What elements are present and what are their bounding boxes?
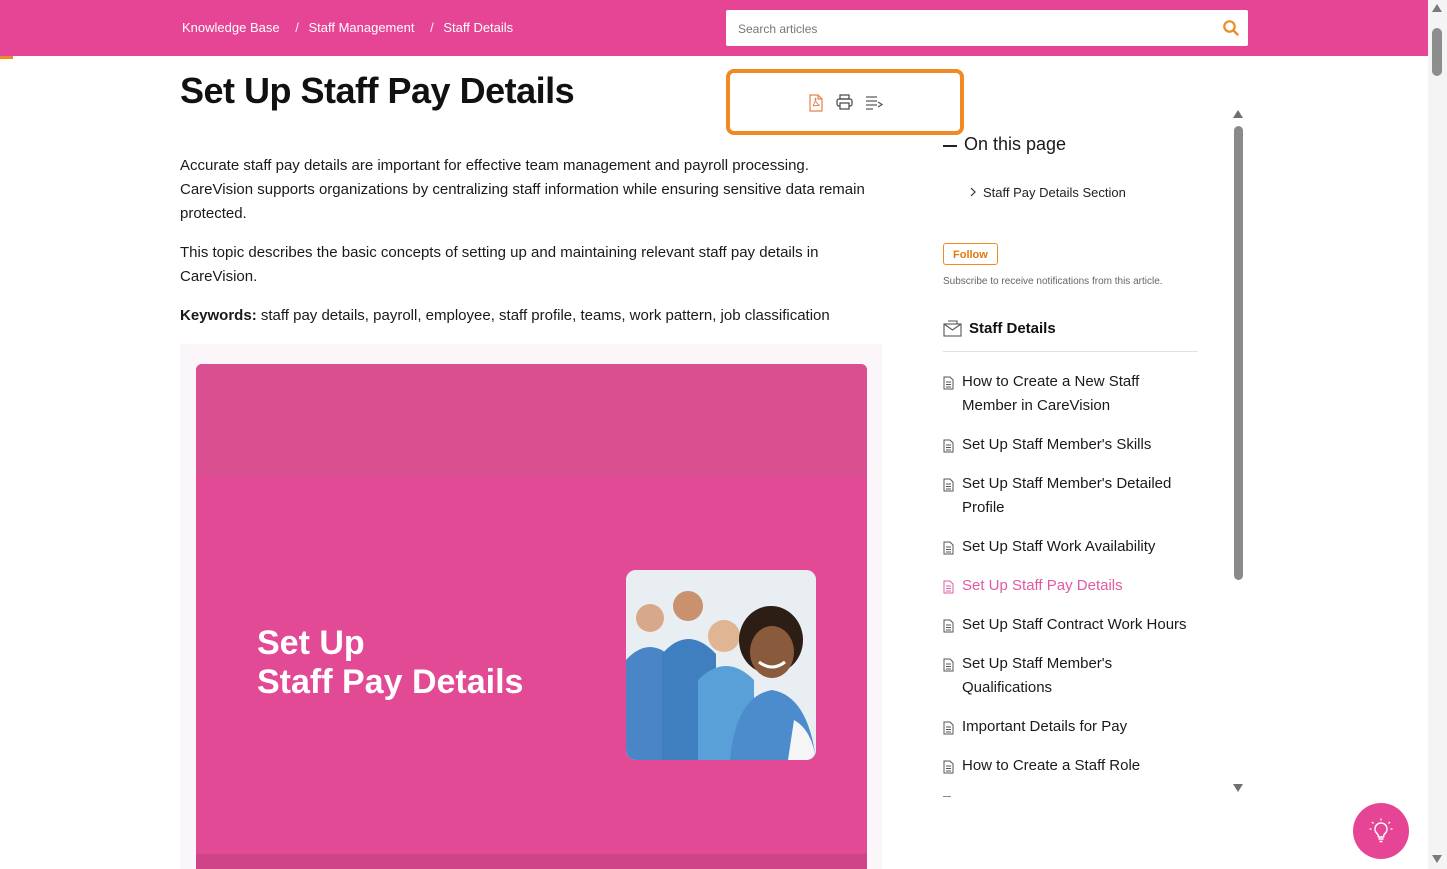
toc-item[interactable]: Staff Pay Details Section [970, 185, 1126, 200]
keywords-paragraph: Keywords: staff pay details, payroll, em… [180, 304, 880, 328]
staff-details-title: Staff Details [969, 320, 1056, 337]
article-link[interactable]: Important Details for Pay [943, 715, 1198, 739]
page-title: Set Up Staff Pay Details [180, 70, 575, 111]
hero-top-band [196, 364, 867, 477]
hero-title-line: Set Up [257, 624, 365, 662]
sidebar-scrollbar[interactable] [1233, 110, 1244, 794]
article-link-label: How to Create a Staff Role [962, 757, 1141, 774]
hero-bottom-band [196, 854, 867, 869]
document-icon [943, 656, 954, 680]
print-icon[interactable] [836, 94, 853, 110]
help-button[interactable] [1353, 803, 1409, 859]
sidebar-scroll-down-icon[interactable] [1233, 784, 1243, 792]
article-link[interactable]: Set Up Staff Member's Detailed Profile [943, 472, 1198, 520]
search-input[interactable] [736, 10, 1210, 48]
document-icon [943, 758, 954, 782]
scroll-down-arrow-icon[interactable] [1432, 855, 1442, 863]
breadcrumb-separator: / [430, 20, 434, 35]
lightbulb-icon [1369, 818, 1393, 843]
keywords-value: staff pay details, payroll, employee, st… [256, 307, 830, 324]
article-link[interactable]: How to Create a Staff Role [943, 754, 1198, 778]
article-toolbar [808, 94, 883, 112]
article-link-label: Set Up Staff Pay Details [962, 577, 1123, 594]
sidebar-scrollbar-thumb[interactable] [1234, 126, 1243, 580]
divider [943, 351, 1198, 352]
top-bar: Knowledge Base / Staff Management / Staf… [0, 0, 1428, 56]
breadcrumb-item-staff-details[interactable]: Staff Details [443, 20, 513, 35]
on-this-page-title[interactable]: On this page [964, 134, 1066, 155]
document-icon [943, 374, 954, 398]
article-link[interactable]: Set Up Staff Member's Skills [943, 433, 1198, 457]
toc-item-label: Staff Pay Details Section [983, 185, 1126, 200]
article-link-label: Set Up Staff Member's Detailed Profile [962, 475, 1172, 516]
article-link[interactable]: Set Up Staff Member's Qualifications [943, 652, 1198, 700]
document-icon [943, 719, 954, 743]
page-scrollbar-thumb[interactable] [1432, 28, 1442, 76]
article-link[interactable]: Set Up Staff Contract Work Hours [943, 613, 1198, 637]
search-icon[interactable] [1222, 19, 1240, 37]
document-icon [943, 539, 954, 563]
staff-details-header[interactable]: Staff Details [943, 320, 1056, 337]
header-accent [0, 56, 13, 59]
article-link-label: How to Create a New Staff Member in Care… [962, 373, 1140, 414]
intro-paragraph: Accurate staff pay details are important… [180, 157, 865, 222]
hero-title-line: Staff Pay Details [257, 663, 524, 701]
article-link-label: Set Up Staff Member's Skills [962, 436, 1152, 453]
folder-icon [943, 320, 962, 337]
outline-icon[interactable] [865, 94, 883, 110]
document-icon [943, 578, 954, 602]
article-link-label: Set Up Staff Contract Work Hours [962, 616, 1187, 633]
hero-image: Set Up Staff Pay Details [196, 364, 867, 869]
chevron-right-icon [970, 185, 977, 200]
staff-photo [626, 570, 816, 760]
article-link-label: Set Up Staff Member's Qualifications [962, 655, 1113, 696]
document-icon [943, 617, 954, 641]
staff-details-list: How to Create a New Staff Member in Care… [943, 370, 1198, 793]
list-overflow-indicator [943, 796, 951, 797]
article-link-label: Set Up Staff Work Availability [962, 538, 1156, 555]
article-link[interactable]: Set Up Staff Work Availability [943, 535, 1198, 559]
collapse-dash-icon[interactable] [943, 145, 957, 147]
pdf-icon[interactable] [808, 94, 824, 112]
article-link-active[interactable]: Set Up Staff Pay Details [943, 574, 1198, 598]
breadcrumb: Knowledge Base / Staff Management / Staf… [182, 20, 513, 35]
scroll-up-arrow-icon[interactable] [1432, 4, 1442, 12]
search-box [726, 10, 1248, 48]
hero-title: Set Up Staff Pay Details [257, 624, 523, 702]
breadcrumb-item-knowledge-base[interactable]: Knowledge Base [182, 20, 280, 35]
follow-note: Subscribe to receive notifications from … [943, 276, 1163, 287]
document-icon [943, 476, 954, 500]
sidebar-scroll-up-icon[interactable] [1233, 110, 1243, 118]
page-scrollbar[interactable] [1428, 0, 1447, 869]
description-paragraph: This topic describes the basic concepts … [180, 244, 819, 285]
document-icon [943, 437, 954, 461]
breadcrumb-item-staff-management[interactable]: Staff Management [308, 20, 414, 35]
article-link-label: Important Details for Pay [962, 718, 1128, 735]
keywords-label: Keywords: [180, 307, 257, 324]
breadcrumb-separator: / [295, 20, 299, 35]
article-link[interactable]: How to Create a New Staff Member in Care… [943, 370, 1198, 418]
follow-button[interactable]: Follow [943, 243, 998, 265]
